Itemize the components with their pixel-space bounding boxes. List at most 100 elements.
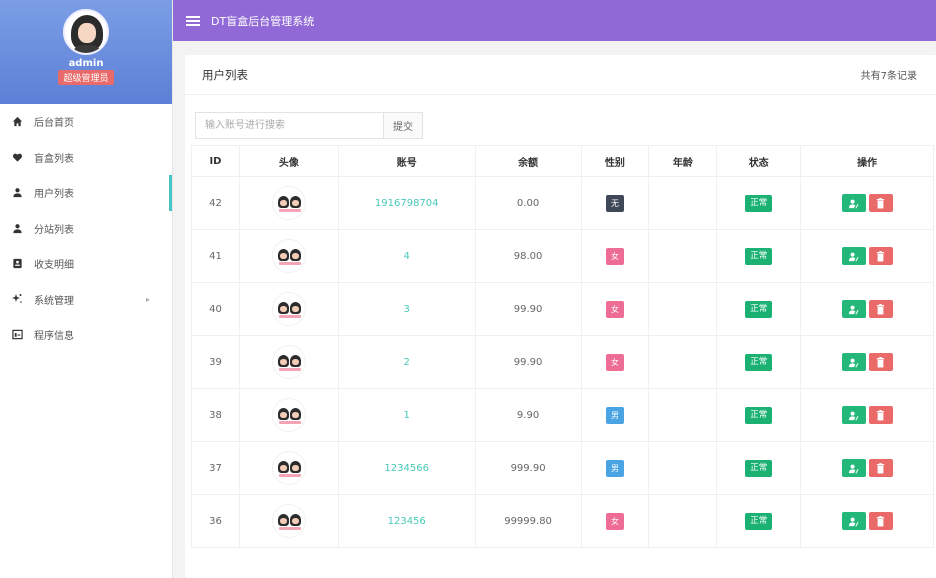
trash-icon	[876, 515, 885, 526]
edit-user-button[interactable]	[841, 512, 866, 530]
avatar-cell	[238, 176, 339, 230]
record-count: 共有7条记录	[860, 71, 917, 82]
user-account-link[interactable]: 1916798704	[337, 176, 476, 230]
card-title: 用户列表	[202, 67, 248, 82]
user-account-link[interactable]: 3	[337, 282, 476, 336]
edit-user-button[interactable]	[841, 300, 866, 318]
delete-user-button[interactable]	[868, 512, 893, 530]
user-avatar	[271, 451, 306, 485]
user-avatar	[271, 239, 306, 273]
delete-user-button[interactable]	[868, 247, 893, 265]
user-id: 40	[191, 282, 240, 336]
gender-cell: 无	[580, 176, 650, 230]
menu-toggle-icon[interactable]	[186, 15, 200, 26]
user-avatar	[271, 186, 306, 220]
status-badge: 正常	[745, 300, 773, 318]
user-age	[648, 441, 718, 495]
trash-icon	[876, 197, 885, 208]
delete-user-button[interactable]	[868, 300, 893, 318]
sidebar-menu: 后台首页 盲盒列表 用户列表 分站列表 收支明细 系统管理 ▸ 程序信息	[0, 104, 172, 353]
delete-user-button[interactable]	[868, 353, 893, 371]
sidebar-item-dashboard[interactable]: 后台首页	[0, 104, 172, 140]
gender-badge: 男	[605, 406, 624, 424]
status-cell: 正常	[716, 176, 802, 230]
gender-cell: 男	[580, 388, 650, 442]
sidebar-item-users[interactable]: 用户列表	[0, 175, 172, 211]
actions-cell	[800, 282, 934, 336]
user-edit-icon	[848, 517, 859, 527]
sidebar-item-blindbox[interactable]: 盲盒列表	[0, 140, 172, 176]
submit-button[interactable]: 提交	[383, 112, 423, 139]
users-table: ID 头像 账号 余额 性别 年龄 状态 操作 42 1916798704 0.…	[191, 145, 934, 548]
column-header: 账号	[337, 145, 476, 177]
user-age	[648, 388, 718, 442]
edit-user-button[interactable]	[841, 194, 866, 212]
user-avatar	[271, 504, 306, 538]
admin-avatar[interactable]	[63, 9, 109, 55]
column-header: ID	[191, 145, 240, 177]
table-header-row: ID 头像 账号 余额 性别 年龄 状态 操作	[191, 145, 934, 177]
user-account-link[interactable]: 1	[337, 388, 476, 442]
gender-badge: 男	[605, 459, 624, 477]
user-balance: 0.00	[474, 176, 582, 230]
avatar-cell	[238, 229, 339, 283]
gender-badge: 女	[605, 300, 624, 318]
user-id: 39	[191, 335, 240, 389]
gender-cell: 女	[580, 335, 650, 389]
sidebar-item-system[interactable]: 系统管理 ▸	[0, 282, 172, 318]
user-account-link[interactable]: 1234566	[337, 441, 476, 495]
user-id: 42	[191, 176, 240, 230]
table-row: 39 2 99.90 女 正常	[191, 335, 934, 389]
user-balance: 999.90	[474, 441, 582, 495]
user-age	[648, 282, 718, 336]
user-edit-icon	[848, 358, 859, 368]
sidebar-item-label: 程序信息	[34, 331, 74, 343]
delete-user-button[interactable]	[868, 194, 893, 212]
user-id: 37	[191, 441, 240, 495]
actions-cell	[800, 176, 934, 230]
trash-icon	[876, 250, 885, 261]
heart-icon	[10, 150, 24, 164]
status-cell: 正常	[716, 335, 802, 389]
user-account-link[interactable]: 2	[337, 335, 476, 389]
delete-user-button[interactable]	[868, 459, 893, 477]
sidebar-item-ledger[interactable]: 收支明细	[0, 246, 172, 282]
table-row: 38 1 9.90 男 正常	[191, 388, 934, 442]
user-age	[648, 494, 718, 548]
sidebar: admin 超级管理员 后台首页 盲盒列表 用户列表 分站列表 收支明细 系统管…	[0, 0, 173, 578]
status-badge: 正常	[745, 459, 773, 477]
sidebar-item-substations[interactable]: 分站列表	[0, 211, 172, 247]
edit-user-button[interactable]	[841, 459, 866, 477]
sidebar-item-label: 收支明细	[34, 260, 74, 272]
status-badge: 正常	[745, 194, 773, 212]
delete-user-button[interactable]	[868, 406, 893, 424]
user-age	[648, 176, 718, 230]
profile-panel: admin 超级管理员	[0, 0, 172, 104]
edit-user-button[interactable]	[841, 247, 866, 265]
status-cell: 正常	[716, 441, 802, 495]
info-window-icon	[10, 328, 24, 342]
card-header: 用户列表 共有7条记录	[185, 55, 936, 95]
edit-user-button[interactable]	[841, 406, 866, 424]
avatar-cell	[238, 441, 339, 495]
status-cell: 正常	[716, 388, 802, 442]
avatar-cell	[238, 388, 339, 442]
home-icon	[10, 115, 24, 129]
actions-cell	[800, 388, 934, 442]
gender-cell: 女	[580, 494, 650, 548]
ledger-icon	[10, 257, 24, 271]
sidebar-item-label: 用户列表	[34, 189, 74, 201]
user-balance: 99.90	[474, 282, 582, 336]
sidebar-item-program-info[interactable]: 程序信息	[0, 317, 172, 353]
user-account-link[interactable]: 4	[337, 229, 476, 283]
trash-icon	[876, 409, 885, 420]
user-account-link[interactable]: 123456	[337, 494, 476, 548]
search-input[interactable]	[195, 112, 383, 139]
user-age	[648, 229, 718, 283]
user-edit-icon	[848, 305, 859, 315]
gender-badge: 女	[605, 512, 624, 530]
column-header: 状态	[716, 145, 802, 177]
user-icon	[10, 221, 24, 235]
status-badge: 正常	[745, 406, 773, 424]
edit-user-button[interactable]	[841, 353, 866, 371]
